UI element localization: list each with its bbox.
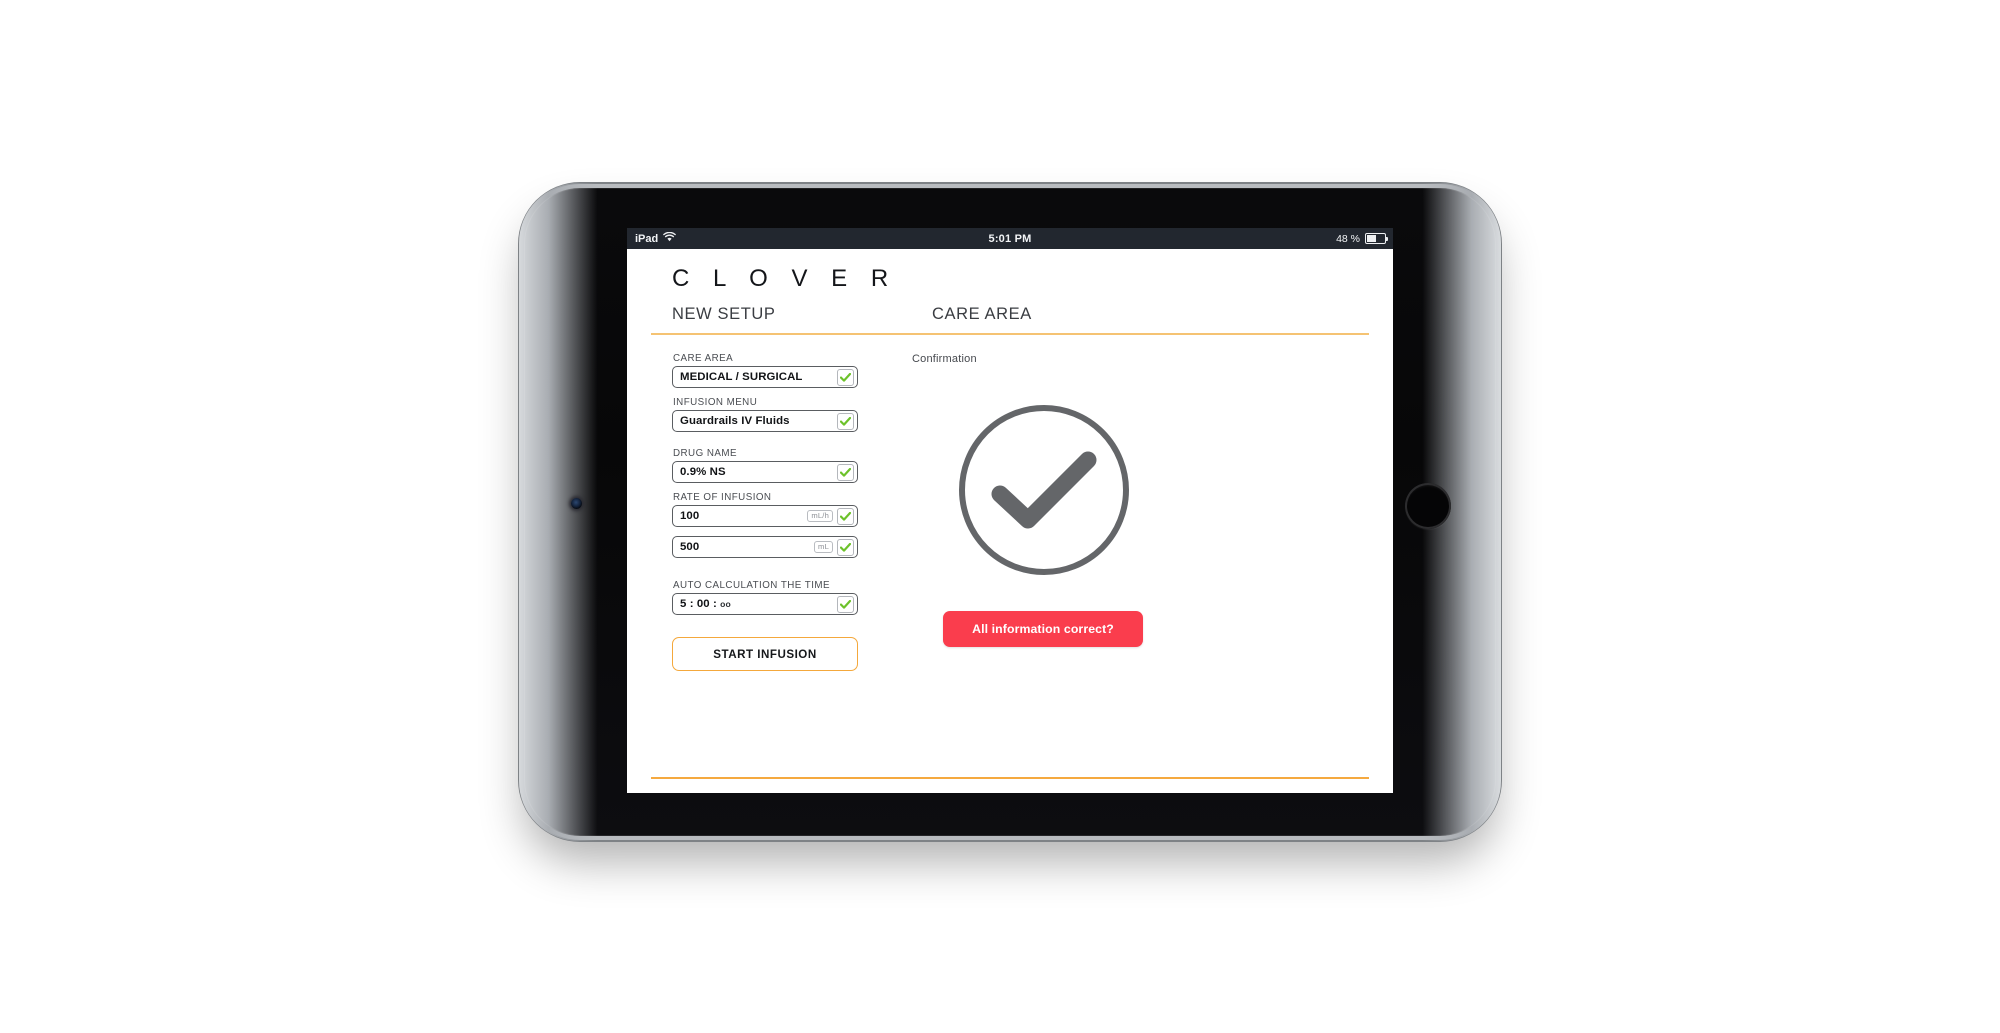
checkmark-icon-auto-calculation-time <box>837 595 854 613</box>
label-infusion-menu: INFUSION MENU <box>673 397 758 408</box>
label-rate-of-infusion: RATE OF INFUSION <box>673 492 772 503</box>
value-auto-calculation-seconds: oo <box>720 599 731 609</box>
value-infusion-menu: Guardrails IV Fluids <box>680 415 790 427</box>
field-drug-name[interactable]: 0.9% NS <box>672 461 858 483</box>
value-care-area: MEDICAL / SURGICAL <box>680 371 803 383</box>
setup-form: CARE AREA MEDICAL / SURGICAL INFUSION ME… <box>672 353 858 671</box>
value-volume: 500 <box>680 541 700 553</box>
header-new-setup: NEW SETUP <box>672 305 776 323</box>
ipad-device: iPad 5:01 PM 48 % C L O V E R NEW SETUP … <box>519 183 1501 841</box>
unit-badge-volume: mL <box>814 541 833 553</box>
screenshot-canvas: iPad 5:01 PM 48 % C L O V E R NEW SETUP … <box>0 0 2000 1033</box>
field-care-area[interactable]: MEDICAL / SURGICAL <box>672 366 858 388</box>
confirmation-label: Confirmation <box>912 353 977 365</box>
footer-divider <box>651 777 1369 779</box>
check-circle-icon <box>959 405 1129 575</box>
header-divider <box>651 333 1369 335</box>
battery-percent-label: 48 % <box>1336 232 1360 245</box>
label-care-area: CARE AREA <box>673 353 734 364</box>
header-care-area: CARE AREA <box>932 305 1032 323</box>
checkmark-icon-volume <box>837 538 854 556</box>
checkmark-icon-drug-name <box>837 463 854 481</box>
field-infusion-menu[interactable]: Guardrails IV Fluids <box>672 410 858 432</box>
status-bar: iPad 5:01 PM 48 % <box>627 228 1393 249</box>
field-rate-of-infusion[interactable]: 100 mL/h <box>672 505 858 527</box>
field-volume[interactable]: 500 mL <box>672 536 858 558</box>
value-auto-calculation-time: 5 : 00 : oo <box>680 598 731 610</box>
start-infusion-button[interactable]: START INFUSION <box>672 637 858 671</box>
battery-icon <box>1365 233 1388 244</box>
front-camera-icon <box>571 498 582 509</box>
value-rate-of-infusion: 100 <box>680 510 700 522</box>
all-information-correct-button[interactable]: All information correct? <box>943 611 1143 647</box>
section-headers: NEW SETUP CARE AREA <box>651 305 1369 339</box>
checkmark-icon-infusion-menu <box>837 412 854 430</box>
status-bar-time: 5:01 PM <box>988 232 1032 245</box>
status-bar-right: 48 % <box>1336 232 1388 245</box>
confirmation-panel: Confirmation All information correct? <box>912 353 1369 647</box>
home-button[interactable] <box>1405 483 1451 529</box>
start-infusion-label: START INFUSION <box>713 647 817 661</box>
checkmark-icon-care-area <box>837 368 854 386</box>
field-auto-calculation-time[interactable]: 5 : 00 : oo <box>672 593 858 615</box>
value-drug-name: 0.9% NS <box>680 466 726 478</box>
ipad-screen: iPad 5:01 PM 48 % C L O V E R NEW SETUP … <box>627 228 1393 793</box>
app-content: C L O V E R NEW SETUP CARE AREA CARE ARE… <box>627 249 1393 793</box>
app-logo: C L O V E R <box>672 265 897 292</box>
label-auto-calculation-time: AUTO CALCULATION THE TIME <box>673 580 830 591</box>
unit-badge-rate: mL/h <box>807 510 833 522</box>
checkmark-icon-rate <box>837 507 854 525</box>
all-information-correct-label: All information correct? <box>972 622 1114 636</box>
label-drug-name: DRUG NAME <box>673 448 737 459</box>
